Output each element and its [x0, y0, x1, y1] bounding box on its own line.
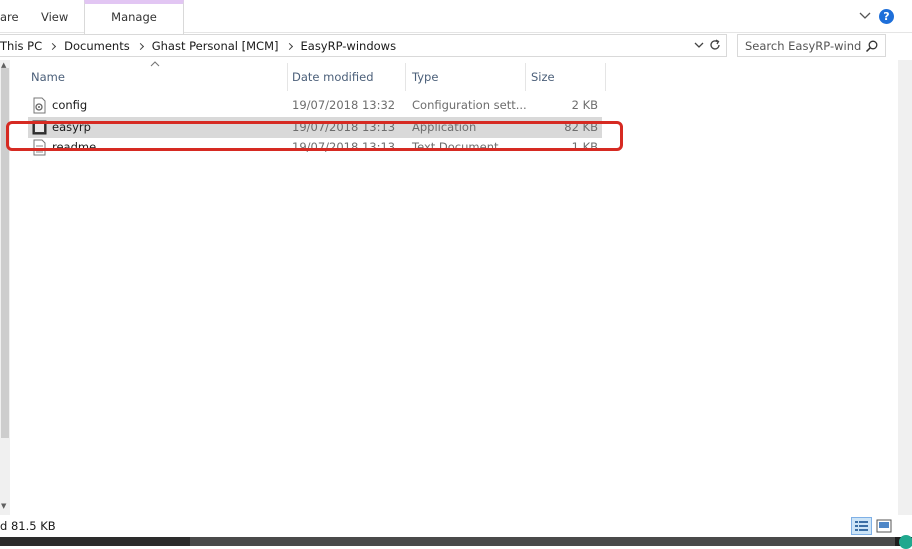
expand-ribbon-chevron-icon[interactable] [858, 8, 872, 22]
breadcrumb-this-pc[interactable]: This PC [0, 39, 42, 53]
address-bar[interactable]: This PC Documents Ghast Personal [MCM] E… [0, 34, 727, 57]
taskbar-middle-section [190, 537, 895, 546]
red-highlight-annotation [6, 121, 623, 151]
status-selection-size: d 81.5 KB [0, 519, 56, 533]
file-row-config[interactable]: config 19/07/2018 13:32 Configuration se… [28, 95, 602, 116]
breadcrumb-documents[interactable]: Documents [64, 39, 130, 53]
breadcrumb-separator-icon[interactable] [136, 42, 144, 50]
tab-view[interactable]: View [41, 10, 68, 24]
file-name: config [52, 98, 88, 112]
config-file-icon [33, 97, 46, 114]
tab-manage[interactable]: Manage [84, 0, 184, 34]
column-header-date-modified[interactable]: Date modified [288, 63, 406, 91]
scroll-down-icon[interactable]: ▼ [1, 502, 6, 510]
details-view-icon [855, 521, 868, 531]
search-input[interactable]: Search EasyRP-wind [737, 34, 886, 57]
column-header-row: Name Date modified Type Size [22, 63, 612, 91]
ribbon: are View Manage ? [0, 0, 912, 34]
tab-share[interactable]: are [0, 10, 19, 24]
file-type: Configuration sett... [412, 98, 527, 112]
breadcrumb-ghast-personal[interactable]: Ghast Personal [MCM] [152, 39, 279, 53]
search-placeholder: Search EasyRP-wind [745, 39, 862, 53]
column-header-name[interactable]: Name [22, 63, 288, 91]
help-icon[interactable]: ? [879, 9, 894, 24]
taskbar [0, 537, 912, 546]
taskbar-left-section [0, 537, 190, 546]
column-header-type[interactable]: Type [406, 63, 526, 91]
address-history-dropdown-icon[interactable] [692, 38, 706, 52]
taskbar-app-icon[interactable] [899, 535, 912, 549]
status-bar: d 81.5 KB [0, 515, 912, 537]
details-view-button[interactable] [851, 517, 872, 535]
search-icon[interactable] [865, 39, 879, 53]
breadcrumb: This PC Documents Ghast Personal [MCM] E… [0, 39, 396, 53]
column-header-size[interactable]: Size [526, 63, 606, 91]
breadcrumb-separator-icon[interactable] [49, 42, 57, 50]
breadcrumb-easyrp-windows[interactable]: EasyRP-windows [301, 39, 397, 53]
large-icons-view-icon[interactable] [876, 518, 892, 534]
file-date: 19/07/2018 13:32 [292, 98, 396, 112]
file-list-scrollbar[interactable] [898, 60, 912, 520]
breadcrumb-separator-icon[interactable] [285, 42, 293, 50]
file-size: 2 KB [571, 98, 598, 112]
refresh-icon[interactable] [708, 38, 722, 52]
